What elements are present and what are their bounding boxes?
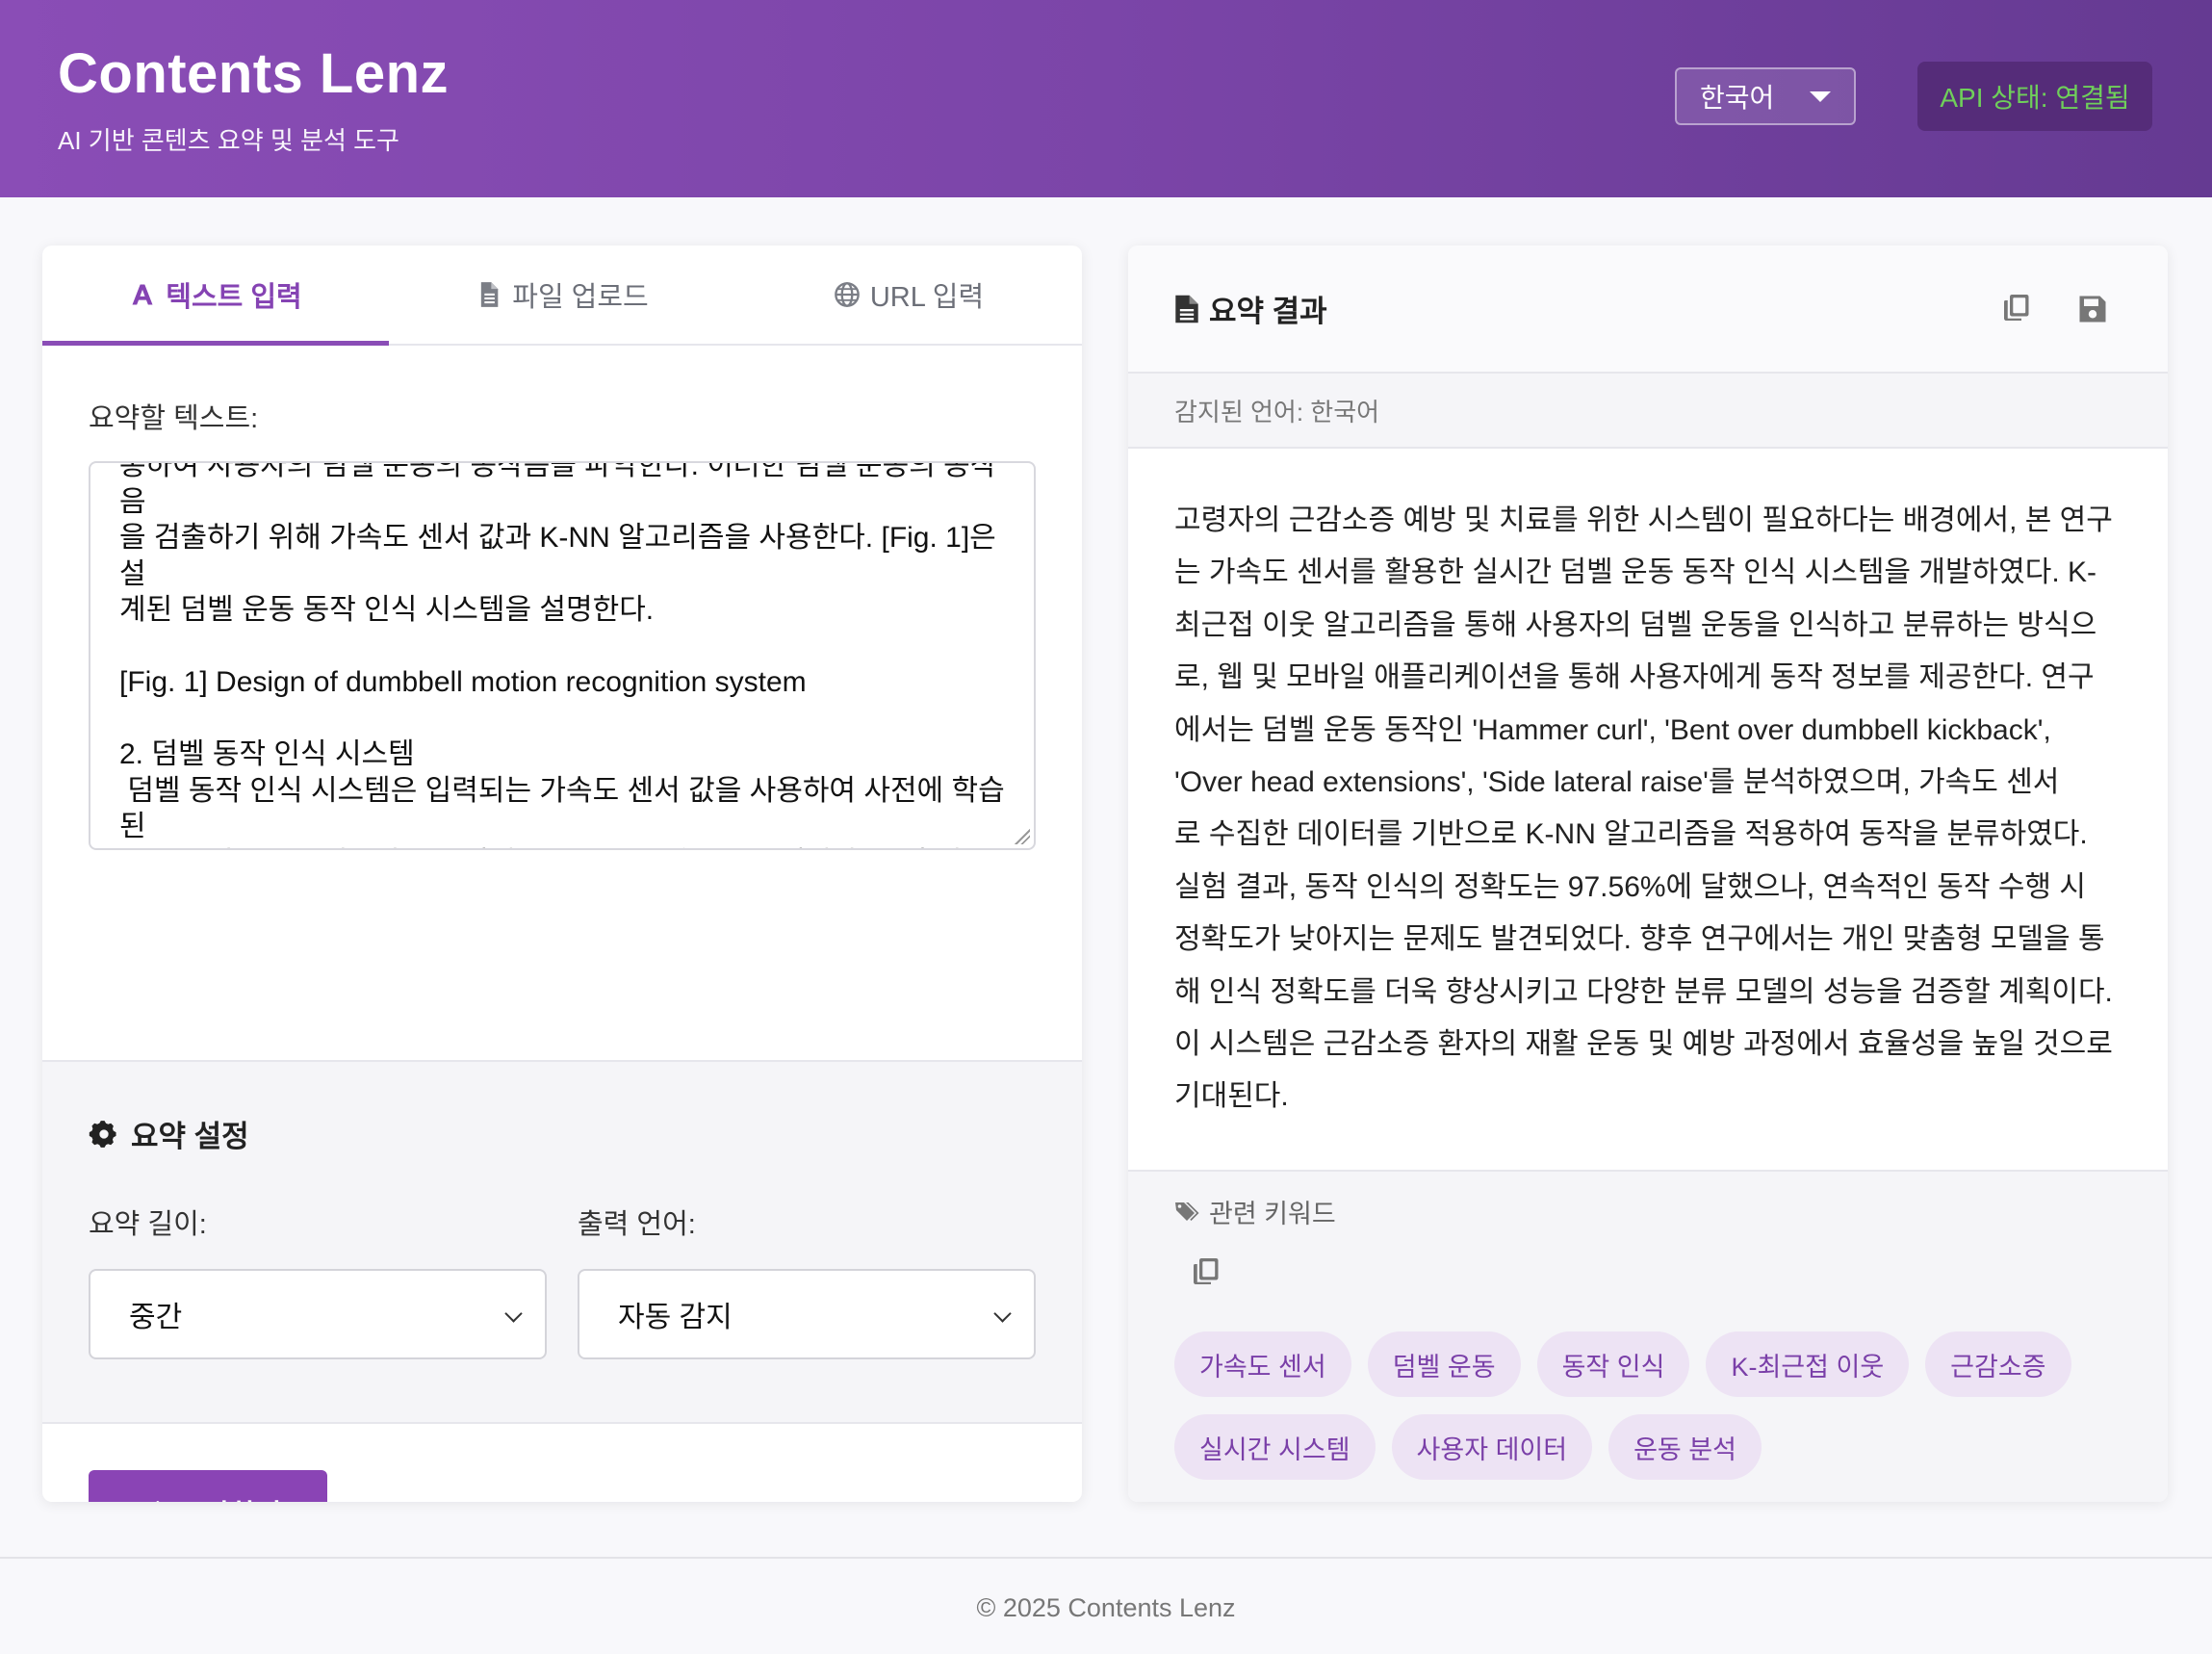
chevron-down-icon [504, 1305, 523, 1323]
summary-length-select[interactable]: 중간 [89, 1269, 547, 1359]
result-header: 요약 결과 [1128, 246, 2168, 374]
summary-text: 고령자의 근감소증 예방 및 치료를 위한 시스템이 필요하다는 배경에서, 본… [1128, 449, 2168, 1170]
language-select[interactable]: 한국어 [1675, 67, 1856, 125]
footer-copyright: © 2025 Contents Lenz [976, 1593, 1236, 1622]
summary-line: 로, 웹 및 모바일 애플리케이션을 통해 사용자에게 동작 정보를 제공한다.… [1174, 661, 2095, 694]
settings-title: 요약 설정 [89, 1112, 1036, 1155]
keyword-chip[interactable]: 사용자 데이터 [1391, 1414, 1593, 1480]
gear-icon [89, 1120, 116, 1148]
summary-line: 정확도가 낮아지는 문제도 발견되었다. 향후 연구에서는 개인 맞춤형 모델을… [1174, 923, 2105, 956]
resize-handle[interactable] [1015, 829, 1030, 844]
summary-line: 는 가속도 센서를 활용한 실시간 덤벨 운동 동작 인식 시스템을 개발하였다… [1174, 556, 2097, 589]
app-header: Contents Lenz AI 기반 콘텐츠 요약 및 분석 도구 한국어 A… [0, 0, 2212, 197]
summary-line: 기대된다. [1174, 1080, 1289, 1113]
globe-icon [834, 282, 860, 307]
keyword-chip[interactable]: 가속도 센서 [1174, 1331, 1351, 1397]
language-select-value: 한국어 [1700, 83, 1775, 113]
keywords-title: 관련 키워드 [1209, 1200, 1336, 1228]
summarize-button[interactable]: 요약하기 [89, 1470, 327, 1502]
tab-text-input[interactable]: 텍스트 입력 [42, 246, 389, 344]
tab-url-input[interactable]: URL 입력 [735, 246, 1082, 344]
brand: Contents Lenz AI 기반 콘텐츠 요약 및 분석 도구 [58, 42, 449, 157]
caret-down-icon [1810, 91, 1831, 102]
keyword-list: 가속도 센서 덤벨 운동 동작 인식 K-최근접 이웃 근감소증 실시간 시스템… [1174, 1331, 2098, 1480]
keyword-chip[interactable]: 덤벨 운동 [1367, 1331, 1521, 1397]
tab-file-upload[interactable]: 파일 업로드 [389, 246, 735, 344]
api-status-badge: API 상태: 연결됨 [1917, 62, 2152, 131]
pencil-icon [155, 1501, 160, 1502]
font-a-icon [132, 284, 153, 305]
summary-line: 이 시스템은 근감소증 환자의 재활 운동 및 예방 과정에서 효율성을 높일 … [1174, 1028, 2113, 1061]
keyword-chip[interactable]: K-최근접 이웃 [1706, 1331, 1910, 1397]
summary-line: 고령자의 근감소증 예방 및 치료를 위한 시스템이 필요하다는 배경에서, 본… [1174, 504, 2113, 536]
summary-line: 에서는 덤벨 운동 동작인 'Hammer curl', 'Bent over … [1174, 713, 2051, 746]
text-input-section: 요약할 텍스트: 통하여 사용자의 덤벨 운동의 동작음을 파악한다. 이러한 … [42, 346, 1082, 1060]
output-language-select[interactable]: 자동 감지 [578, 1269, 1036, 1359]
keyword-chip[interactable]: 운동 분석 [1608, 1414, 1762, 1480]
summary-line: 최근접 이웃 알고리즘을 통해 사용자의 덤벨 운동을 인식하고 분류하는 방식… [1174, 608, 2097, 641]
summary-settings: 요약 설정 요약 길이: 중간 출력 언어: 자동 감지 [42, 1060, 1082, 1424]
summary-line: 해 인식 정확도를 더욱 향상시키고 다양한 분류 모델의 성능을 검증할 계획… [1174, 975, 2113, 1008]
tab-label: 텍스트 입력 [166, 282, 302, 313]
detected-language: 감지된 언어: 한국어 [1128, 374, 2168, 449]
keyword-chip[interactable]: 실시간 시스템 [1174, 1414, 1376, 1480]
footer-divider [0, 1557, 2212, 1559]
copy-icon[interactable] [1998, 292, 2033, 326]
settings-title-text: 요약 설정 [131, 1120, 249, 1153]
keywords-section: 관련 키워드 가속도 센서 덤벨 운동 동작 인식 K-최근접 이웃 근감소증 … [1128, 1170, 2168, 1502]
summary-length-label: 요약 길이: [89, 1209, 207, 1240]
text-input-content: 통하여 사용자의 덤벨 운동의 동작음을 파악한다. 이러한 덤벨 운동의 동작… [119, 461, 1005, 848]
keyword-chip[interactable]: 근감소증 [1925, 1331, 2071, 1397]
input-panel: 텍스트 입력 파일 업로드 URL 입력 요약할 텍스트: 통하여 사용자의 덤… [42, 246, 1082, 1502]
summary-line: 로 수집한 데이터를 기반으로 K-NN 알고리즘을 적용하여 동작을 분류하였… [1174, 818, 2088, 851]
tab-label: URL 입력 [869, 282, 985, 313]
input-tabs: 텍스트 입력 파일 업로드 URL 입력 [42, 246, 1082, 346]
summarize-button-label: 요약하기 [179, 1492, 282, 1502]
chevron-down-icon [993, 1305, 1012, 1323]
summary-line: 'Over head extensions', 'Side lateral ra… [1174, 766, 2060, 799]
summary-length-value: 중간 [129, 1302, 183, 1333]
app-subtitle: AI 기반 콘텐츠 요약 및 분석 도구 [58, 126, 399, 155]
result-title: 요약 결과 [1174, 287, 1327, 330]
copy-icon[interactable] [1188, 1255, 1222, 1290]
settings-row: 요약 길이: 중간 출력 언어: 자동 감지 [89, 1202, 1036, 1359]
file-icon [481, 282, 499, 307]
tags-icon [1175, 1202, 1199, 1221]
output-language-label: 출력 언어: [578, 1209, 696, 1240]
tab-label: 파일 업로드 [512, 282, 649, 313]
text-input-area[interactable]: 통하여 사용자의 덤벨 운동의 동작음을 파악한다. 이러한 덤벨 운동의 동작… [89, 461, 1036, 850]
result-title-text: 요약 결과 [1209, 295, 1327, 328]
output-language-value: 자동 감지 [618, 1302, 733, 1333]
result-panel: 요약 결과 감지된 언어: 한국어 고령자의 근감소증 예방 및 치료를 위한 … [1128, 246, 2168, 1502]
keyword-chip[interactable]: 동작 인식 [1536, 1331, 1690, 1397]
save-icon[interactable] [2075, 292, 2110, 326]
file-icon [1175, 295, 1198, 323]
app-title: Contents Lenz [58, 42, 450, 105]
action-area: 요약하기 [42, 1424, 1082, 1502]
keywords-header: 관련 키워드 [1174, 1193, 2122, 1230]
summary-line: 실험 결과, 동작 인식의 정확도는 97.56%에 달했으나, 연속적인 동작… [1174, 870, 2086, 903]
output-language-setting: 출력 언어: 자동 감지 [578, 1202, 1036, 1359]
text-input-label: 요약할 텍스트: [89, 403, 259, 434]
active-tab-indicator [42, 341, 389, 346]
summary-length-setting: 요약 길이: 중간 [89, 1202, 547, 1359]
